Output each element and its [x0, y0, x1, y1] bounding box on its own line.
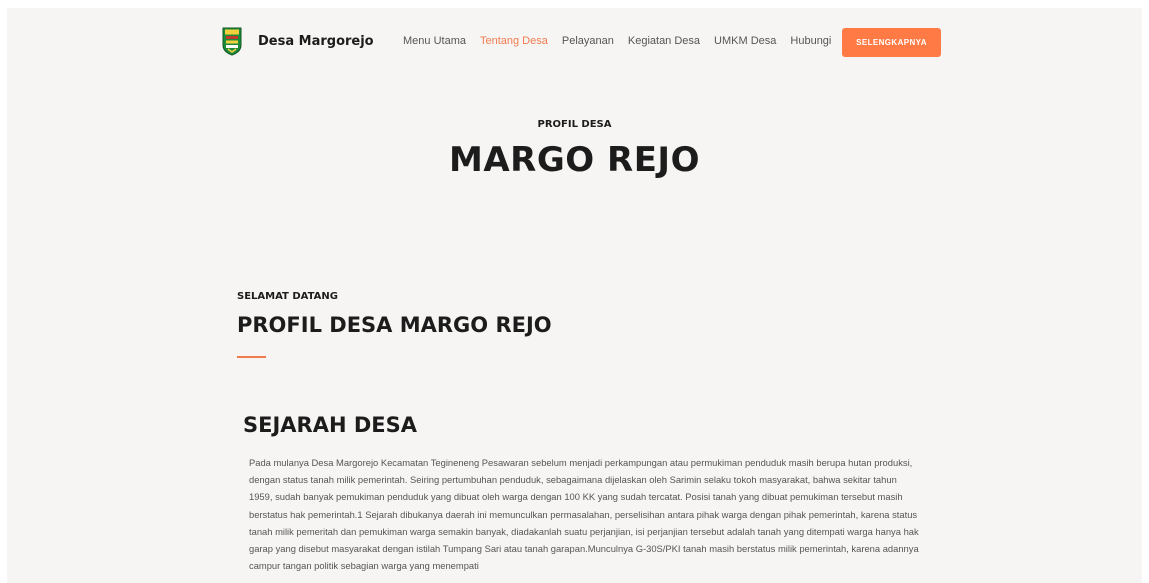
menu-item-pelayanan[interactable]: Pelayanan — [562, 35, 614, 47]
brand-name[interactable]: Desa Margorejo — [258, 34, 374, 49]
hero-subtitle: PROFIL DESA — [537, 119, 612, 130]
village-emblem-icon — [222, 27, 242, 56]
section-divider — [237, 356, 266, 358]
page-container: Desa Margorejo Menu Utama Tentang Desa P… — [7, 8, 1142, 583]
menu-item-hubungi[interactable]: Hubungi — [790, 35, 831, 47]
menu-item-menu-utama[interactable]: Menu Utama — [403, 35, 466, 47]
history-title: SEJARAH DESA — [243, 413, 417, 437]
top-navigation: Desa Margorejo Menu Utama Tentang Desa P… — [7, 8, 1142, 78]
menu-item-tentang-desa[interactable]: Tentang Desa — [480, 35, 548, 47]
main-menu: Menu Utama Tentang Desa Pelayanan Kegiat… — [403, 35, 845, 47]
menu-item-kegiatan-desa[interactable]: Kegiatan Desa — [628, 35, 700, 47]
section-subtitle: SELAMAT DATANG — [237, 291, 338, 302]
brand[interactable]: Desa Margorejo — [222, 26, 374, 56]
menu-item-umkm-desa[interactable]: UMKM Desa — [714, 35, 776, 47]
selengkapnya-button[interactable]: SELENGKAPNYA — [842, 28, 941, 57]
hero-title: MARGO REJO — [449, 140, 700, 180]
history-body-text: Pada mulanya Desa Margorejo Kecamatan Te… — [249, 457, 919, 572]
section-title: PROFIL DESA MARGO REJO — [237, 313, 552, 337]
